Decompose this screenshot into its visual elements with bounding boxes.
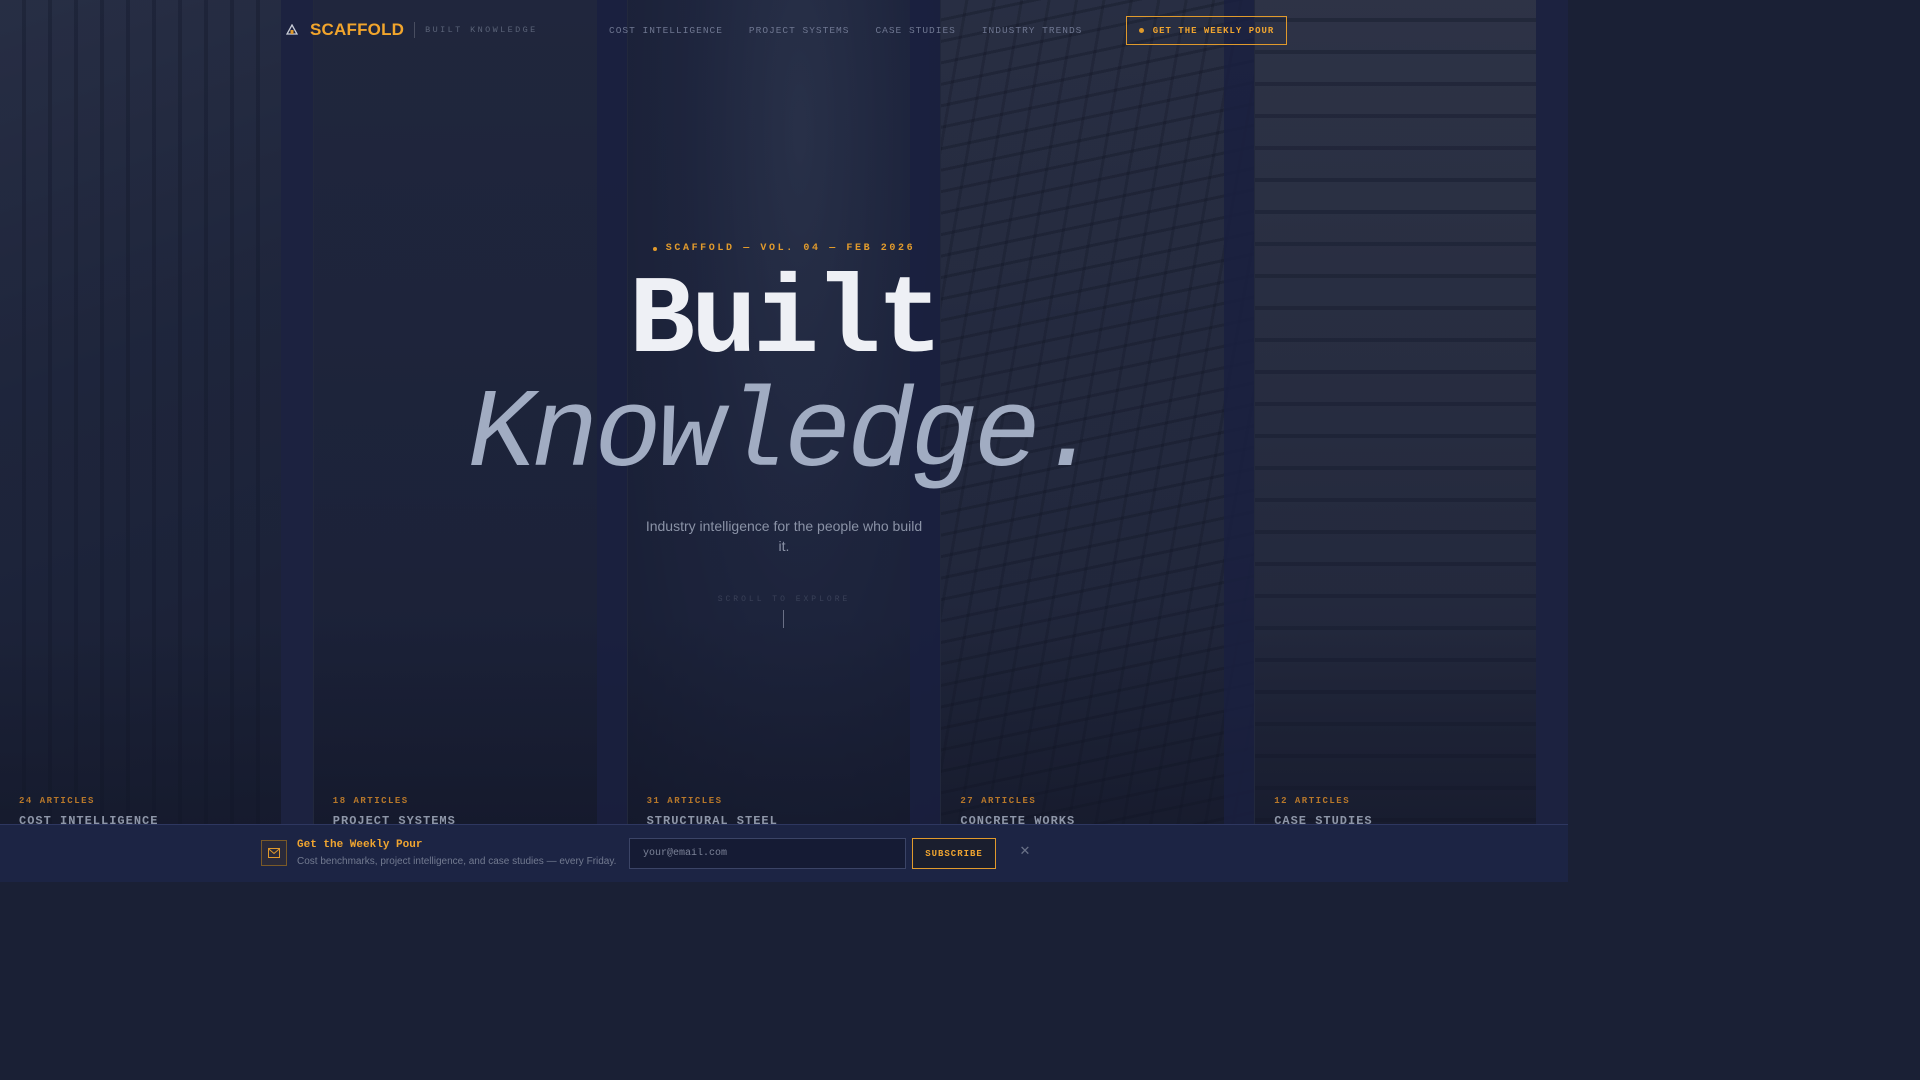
scroll-hint: SCROLL TO EXPLORE: [717, 595, 851, 604]
nav-item-cost-intelligence[interactable]: COST INTELLIGENCE: [609, 25, 723, 36]
category-count: 12 ARTICLES: [1274, 796, 1351, 806]
site-header: SCAFFOLD BUILT KNOWLEDGE COST INTELLIGEN…: [0, 0, 1568, 60]
hero-title-line-2: Knowledge.: [467, 372, 1104, 499]
brand-name: SCAFFOLD: [310, 20, 405, 39]
nav-item-industry-trends[interactable]: INDUSTRY TRENDS: [982, 25, 1083, 36]
weekly-pour-button-label: GET THE WEEKLY POUR: [1152, 25, 1275, 36]
category-count: 18 ARTICLES: [332, 796, 409, 806]
scroll-indicator-line: [783, 610, 784, 628]
weekly-pour-button[interactable]: GET THE WEEKLY POUR: [1126, 16, 1287, 45]
logo-divider: [414, 22, 416, 38]
issue-kicker: SCAFFOLD — VOL. 04 — FEB 2026: [0, 243, 1568, 254]
nav-item-project-systems[interactable]: PROJECT SYSTEMS: [749, 25, 850, 36]
newsletter-description: Cost benchmarks, project intelligence, a…: [297, 856, 617, 867]
email-input[interactable]: [629, 838, 906, 869]
newsletter-title: Get the Weekly Pour: [297, 839, 423, 851]
hero-subtitle: Industry intelligence for the people who…: [645, 518, 923, 554]
nav-item-case-studies[interactable]: CASE STUDIES: [875, 25, 955, 36]
issue-kicker-text: SCAFFOLD — VOL. 04 — FEB 2026: [665, 243, 916, 254]
hero-title-line-1: Built: [628, 260, 943, 385]
dot-icon: [652, 246, 657, 251]
main-nav: COST INTELLIGENCE PROJECT SYSTEMS CASE S…: [609, 25, 1108, 36]
mail-icon: [261, 840, 287, 866]
logo[interactable]: SCAFFOLD BUILT KNOWLEDGE: [286, 20, 538, 40]
category-count: 27 ARTICLES: [960, 796, 1037, 806]
subscribe-button[interactable]: SUBSCRIBE: [912, 838, 996, 869]
scaffold-logo-icon: [286, 24, 298, 35]
category-count: 31 ARTICLES: [646, 796, 723, 806]
dot-icon: [1138, 28, 1144, 33]
close-icon[interactable]: ✕: [1018, 844, 1032, 860]
newsletter-bar: Get the Weekly Pour Cost benchmarks, pro…: [0, 824, 1568, 882]
brand-tagline: BUILT KNOWLEDGE: [425, 25, 538, 35]
category-count: 24 ARTICLES: [19, 796, 95, 806]
